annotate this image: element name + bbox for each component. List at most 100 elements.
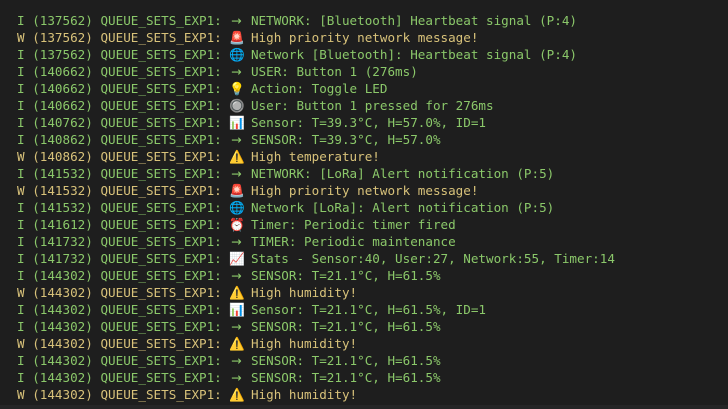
log-tag: QUEUE_SETS_EXP1: xyxy=(100,217,222,232)
log-timestamp: (141732) xyxy=(32,234,93,249)
log-message: SENSOR: T=39.3°C, H=57.0% xyxy=(250,132,441,147)
log-message: USER: Button 1 (276ms) xyxy=(250,64,418,79)
bar-chart-icon: 📊 xyxy=(229,115,246,130)
log-message: High humidity! xyxy=(250,285,358,300)
log-tag: QUEUE_SETS_EXP1: xyxy=(100,98,222,113)
log-tag: QUEUE_SETS_EXP1: xyxy=(100,183,222,198)
log-level: W xyxy=(17,387,25,402)
log-message: SENSOR: T=21.1°C, H=61.5% xyxy=(250,268,441,283)
log-line: W (141532) QUEUE_SETS_EXP1: 🚨 High prior… xyxy=(17,182,728,199)
log-message: High humidity! xyxy=(250,387,358,402)
log-tag: QUEUE_SETS_EXP1: xyxy=(100,302,222,317)
lightbulb-icon: 💡 xyxy=(229,81,246,96)
log-line: I (144302) QUEUE_SETS_EXP1: → SENSOR: T=… xyxy=(17,318,728,335)
log-line: I (141612) QUEUE_SETS_EXP1: ⏰ Timer: Per… xyxy=(17,216,728,233)
log-message: Network [Bluetooth]: Heartbeat signal (P… xyxy=(250,47,577,62)
log-level: I xyxy=(17,217,25,232)
log-line: I (137562) QUEUE_SETS_EXP1: 🌐 Network [B… xyxy=(17,46,728,63)
arrow-right-icon: → xyxy=(231,234,242,249)
log-timestamp: (140662) xyxy=(32,98,93,113)
log-timestamp: (137562) xyxy=(32,13,93,28)
horizontal-scrollbar[interactable] xyxy=(0,405,728,409)
log-tag: QUEUE_SETS_EXP1: xyxy=(100,47,222,62)
log-timestamp: (140662) xyxy=(32,81,93,96)
log-level: I xyxy=(17,64,25,79)
log-level: W xyxy=(17,336,25,351)
log-message: Sensor: T=21.1°C, H=61.5%, ID=1 xyxy=(250,302,487,317)
log-level: I xyxy=(17,234,25,249)
log-timestamp: (140862) xyxy=(32,132,93,147)
log-message: Timer: Periodic timer fired xyxy=(250,217,456,232)
radio-button-icon: 🔘 xyxy=(229,98,246,113)
log-tag: QUEUE_SETS_EXP1: xyxy=(100,200,222,215)
log-timestamp: (141732) xyxy=(32,251,93,266)
log-tag: QUEUE_SETS_EXP1: xyxy=(100,166,222,181)
alarm-clock-icon: ⏰ xyxy=(229,217,246,232)
log-message: Sensor: T=39.3°C, H=57.0%, ID=1 xyxy=(250,115,487,130)
log-level: I xyxy=(17,98,25,113)
siren-icon: 🚨 xyxy=(229,30,246,45)
log-line: I (140762) QUEUE_SETS_EXP1: 📊 Sensor: T=… xyxy=(17,114,728,131)
log-line: I (141532) QUEUE_SETS_EXP1: 🌐 Network [L… xyxy=(17,199,728,216)
log-level: I xyxy=(17,13,25,28)
log-timestamp: (144302) xyxy=(32,387,93,402)
log-line: I (141532) QUEUE_SETS_EXP1: → NETWORK: [… xyxy=(17,165,728,182)
log-level: I xyxy=(17,370,25,385)
log-timestamp: (144302) xyxy=(32,353,93,368)
log-tag: QUEUE_SETS_EXP1: xyxy=(100,387,222,402)
log-message: TIMER: Periodic maintenance xyxy=(250,234,456,249)
arrow-right-icon: → xyxy=(231,353,242,368)
log-timestamp: (141532) xyxy=(32,200,93,215)
log-line: I (144302) QUEUE_SETS_EXP1: → SENSOR: T=… xyxy=(17,267,728,284)
siren-icon: 🚨 xyxy=(229,183,246,198)
log-tag: QUEUE_SETS_EXP1: xyxy=(100,115,222,130)
log-tag: QUEUE_SETS_EXP1: xyxy=(100,13,222,28)
log-message: High priority network message! xyxy=(250,183,479,198)
log-line: I (140662) QUEUE_SETS_EXP1: 💡 Action: To… xyxy=(17,80,728,97)
log-lines: I (137562) QUEUE_SETS_EXP1: → NETWORK: [… xyxy=(17,12,728,403)
bar-chart-icon: 📊 xyxy=(229,302,246,317)
log-tag: QUEUE_SETS_EXP1: xyxy=(100,30,222,45)
log-level: I xyxy=(17,47,25,62)
log-message: NETWORK: [Bluetooth] Heartbeat signal (P… xyxy=(250,13,577,28)
globe-icon: 🌐 xyxy=(229,200,246,215)
log-tag: QUEUE_SETS_EXP1: xyxy=(100,132,222,147)
log-line: I (137562) QUEUE_SETS_EXP1: → NETWORK: [… xyxy=(17,12,728,29)
log-message: SENSOR: T=21.1°C, H=61.5% xyxy=(250,353,441,368)
log-message: High priority network message! xyxy=(250,30,479,45)
arrow-right-icon: → xyxy=(231,166,242,181)
log-timestamp: (144302) xyxy=(32,302,93,317)
log-line: W (137562) QUEUE_SETS_EXP1: 🚨 High prior… xyxy=(17,29,728,46)
warning-icon: ⚠️ xyxy=(229,387,246,402)
log-line: I (141732) QUEUE_SETS_EXP1: → TIMER: Per… xyxy=(17,233,728,250)
log-line: I (140662) QUEUE_SETS_EXP1: → USER: Butt… xyxy=(17,63,728,80)
log-timestamp: (144302) xyxy=(32,285,93,300)
log-message: High humidity! xyxy=(250,336,358,351)
log-tag: QUEUE_SETS_EXP1: xyxy=(100,64,222,79)
log-timestamp: (140662) xyxy=(32,64,93,79)
log-timestamp: (144302) xyxy=(32,336,93,351)
log-level: I xyxy=(17,166,25,181)
log-tag: QUEUE_SETS_EXP1: xyxy=(100,370,222,385)
arrow-right-icon: → xyxy=(231,13,242,28)
log-level: I xyxy=(17,115,25,130)
log-message: NETWORK: [LoRa] Alert notification (P:5) xyxy=(250,166,555,181)
log-level: I xyxy=(17,353,25,368)
warning-icon: ⚠️ xyxy=(229,149,246,164)
log-line: I (141732) QUEUE_SETS_EXP1: 📈 Stats - Se… xyxy=(17,250,728,267)
log-line: I (140862) QUEUE_SETS_EXP1: → SENSOR: T=… xyxy=(17,131,728,148)
log-message: User: Button 1 pressed for 276ms xyxy=(250,98,494,113)
log-level: W xyxy=(17,30,25,45)
log-message: SENSOR: T=21.1°C, H=61.5% xyxy=(250,319,441,334)
trend-chart-icon: 📈 xyxy=(229,251,246,266)
log-level: I xyxy=(17,132,25,147)
arrow-right-icon: → xyxy=(231,268,242,283)
log-line: I (140662) QUEUE_SETS_EXP1: 🔘 User: Butt… xyxy=(17,97,728,114)
log-tag: QUEUE_SETS_EXP1: xyxy=(100,149,222,164)
log-tag: QUEUE_SETS_EXP1: xyxy=(100,285,222,300)
log-timestamp: (141532) xyxy=(32,183,93,198)
arrow-right-icon: → xyxy=(231,132,242,147)
log-timestamp: (144302) xyxy=(32,319,93,334)
log-level: I xyxy=(17,268,25,283)
log-level: W xyxy=(17,149,25,164)
